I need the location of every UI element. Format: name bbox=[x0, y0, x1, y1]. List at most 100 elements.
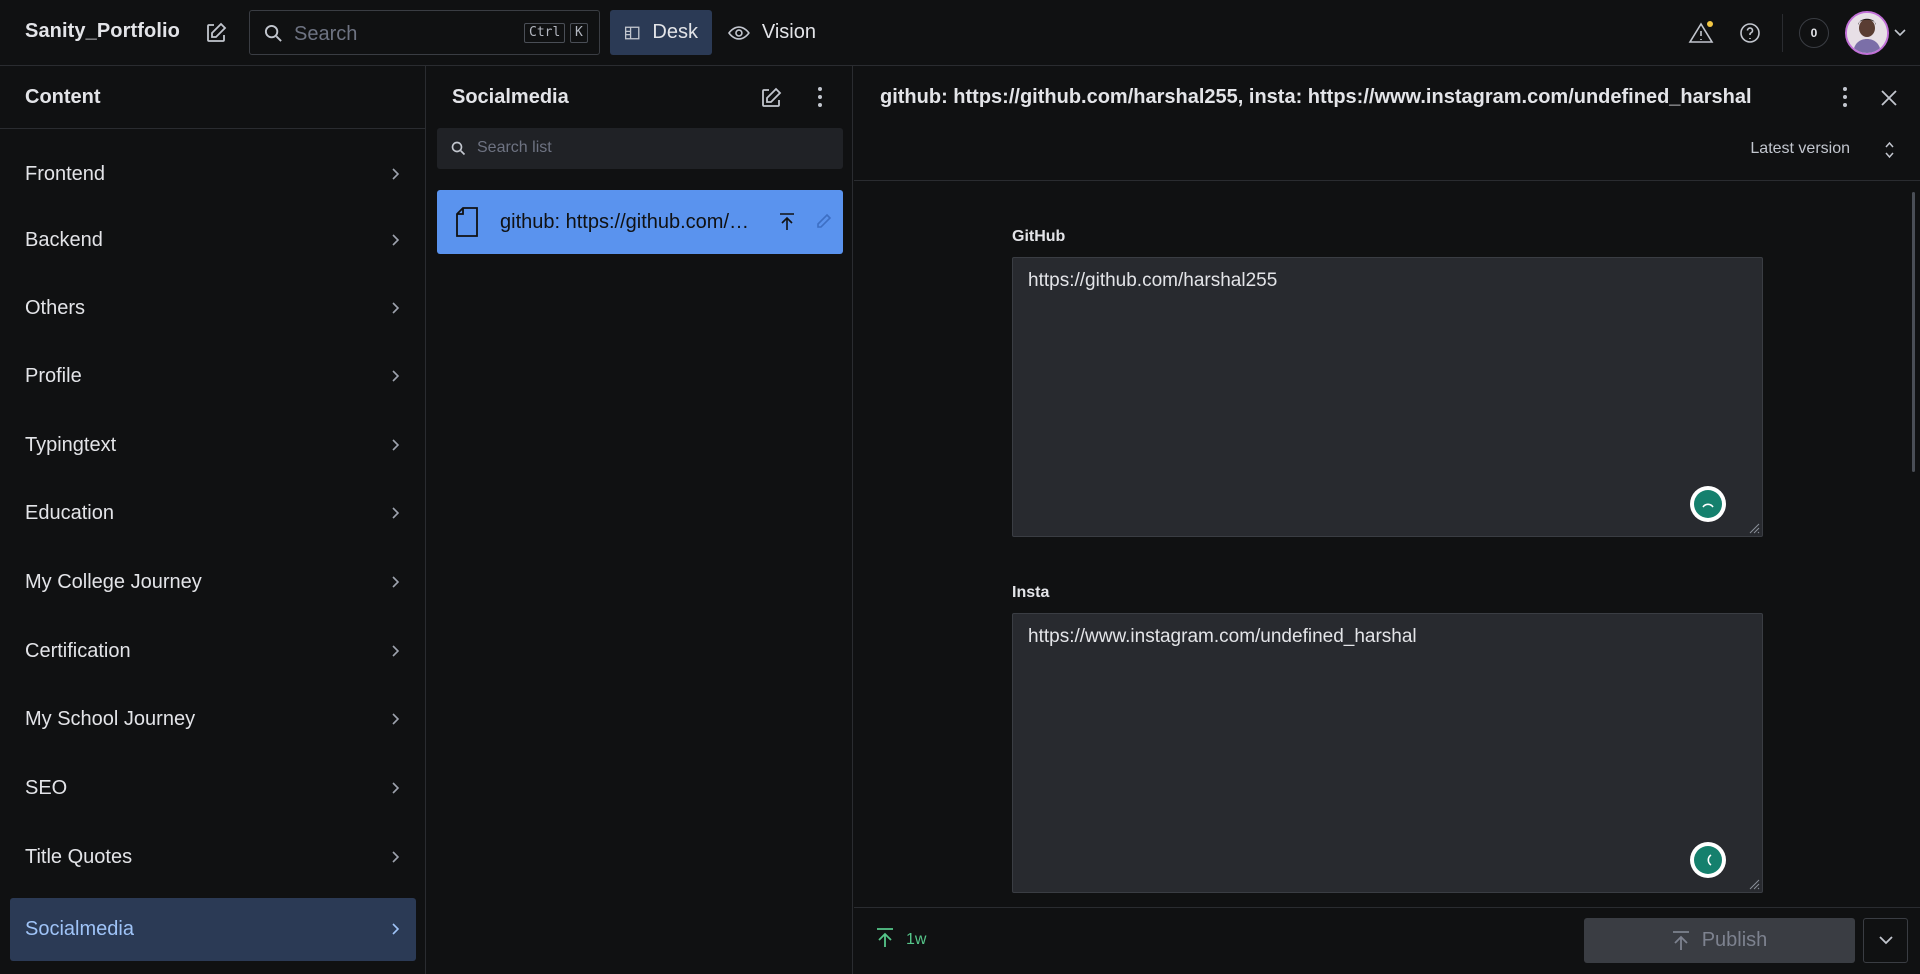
account-chevron-icon[interactable] bbox=[1894, 29, 1906, 37]
chevron-right-icon bbox=[392, 576, 400, 588]
tab-desk-label: Desk bbox=[652, 21, 698, 43]
shortcut-ctrl-key: Ctrl bbox=[524, 23, 566, 43]
content-item-socialmedia[interactable]: Socialmedia bbox=[10, 898, 416, 961]
list-menu-button[interactable] bbox=[810, 86, 830, 112]
content-item-title-quotes[interactable]: Title Quotes bbox=[10, 826, 416, 889]
document-list-pane: Socialmedia Search list github: https://… bbox=[427, 66, 853, 974]
publish-actions-menu-button[interactable] bbox=[1863, 918, 1908, 963]
chevron-right-icon bbox=[392, 439, 400, 451]
compose-icon bbox=[762, 87, 782, 107]
content-item-seo[interactable]: SEO bbox=[10, 757, 416, 820]
help-button[interactable] bbox=[1737, 20, 1763, 46]
published-icon bbox=[780, 213, 794, 230]
chevron-right-icon bbox=[392, 302, 400, 314]
topbar-divider bbox=[1782, 14, 1783, 52]
content-item-label: Education bbox=[25, 502, 114, 524]
resize-handle-icon[interactable] bbox=[1748, 522, 1760, 534]
publish-button-label: Publish bbox=[1701, 929, 1768, 951]
grammar-check-icon bbox=[1707, 854, 1712, 866]
tab-vision-label: Vision bbox=[761, 21, 816, 43]
content-item-backend[interactable]: Backend bbox=[10, 209, 416, 272]
chevron-right-icon bbox=[392, 713, 400, 725]
version-selector[interactable]: Latest version bbox=[1750, 140, 1850, 158]
insta-field-value: https://www.instagram.com/undefined_hars… bbox=[1028, 626, 1417, 647]
close-pane-button[interactable] bbox=[1879, 88, 1901, 110]
new-document-button[interactable] bbox=[202, 19, 230, 47]
content-item-education[interactable]: Education bbox=[10, 482, 416, 545]
document-menu-button[interactable] bbox=[1837, 86, 1853, 112]
create-document-button[interactable] bbox=[759, 86, 785, 112]
chevron-right-icon bbox=[392, 782, 400, 794]
desk-icon bbox=[624, 26, 640, 39]
published-status-icon bbox=[877, 928, 893, 947]
chevron-right-icon bbox=[392, 234, 400, 246]
chevron-right-icon bbox=[392, 923, 400, 935]
top-navbar: Sanity_Portfolio Search Ctrl K Desk Visi… bbox=[0, 0, 1920, 66]
insta-textarea[interactable]: https://www.instagram.com/undefined_hars… bbox=[1012, 613, 1763, 893]
content-item-others[interactable]: Others bbox=[10, 277, 416, 340]
version-label: Latest version bbox=[1750, 140, 1850, 157]
github-textarea[interactable]: https://github.com/harshal255 bbox=[1012, 257, 1763, 537]
content-item-label: Others bbox=[25, 297, 86, 319]
editor-scrollbar[interactable] bbox=[1912, 192, 1915, 472]
content-item-label: Typingtext bbox=[25, 434, 117, 456]
chevron-right-icon bbox=[392, 370, 400, 382]
grammar-check-icon bbox=[1702, 503, 1714, 508]
content-item-label: My School Journey bbox=[25, 708, 196, 730]
global-search-input[interactable]: Search Ctrl K bbox=[249, 10, 600, 55]
content-item-label: Certification bbox=[25, 640, 131, 662]
more-vertical-icon bbox=[818, 87, 822, 107]
help-icon bbox=[1740, 23, 1760, 43]
content-pane-header: Content bbox=[0, 66, 425, 129]
chevron-right-icon bbox=[392, 645, 400, 657]
content-pane: Content Frontend Backend Others Profile … bbox=[0, 66, 426, 974]
content-item-label: SEO bbox=[25, 777, 68, 799]
github-field-label: GitHub bbox=[1012, 228, 1066, 245]
chevron-right-icon bbox=[392, 168, 400, 180]
publish-button[interactable]: Publish bbox=[1584, 918, 1855, 963]
document-list-item[interactable]: github: https://github.com/harshal255, i… bbox=[437, 190, 843, 254]
content-item-label: My College Journey bbox=[25, 571, 202, 593]
grammar-assistant-button[interactable] bbox=[1690, 486, 1726, 522]
workspace-title[interactable]: Sanity_Portfolio bbox=[25, 20, 180, 43]
list-pane-title: Socialmedia bbox=[452, 86, 569, 108]
content-item-certification[interactable]: Certification bbox=[10, 620, 416, 683]
user-photo-icon bbox=[1847, 13, 1887, 53]
notification-count-badge[interactable]: 0 bbox=[1799, 18, 1829, 48]
chevron-down-icon bbox=[1878, 936, 1893, 945]
warning-button[interactable] bbox=[1688, 20, 1714, 46]
chevron-right-icon bbox=[392, 507, 400, 519]
content-item-my-college-journey[interactable]: My College Journey bbox=[10, 551, 416, 614]
compose-icon bbox=[207, 22, 227, 42]
content-item-typingtext[interactable]: Typingtext bbox=[10, 414, 416, 477]
eye-icon bbox=[728, 25, 750, 40]
editor-header-divider bbox=[854, 180, 1920, 181]
content-pane-title: Content bbox=[25, 86, 101, 108]
shortcut-k-key: K bbox=[570, 23, 588, 43]
user-avatar[interactable] bbox=[1845, 11, 1889, 55]
content-item-label: Socialmedia bbox=[25, 918, 134, 940]
content-item-label: Title Quotes bbox=[25, 846, 133, 868]
grammar-assistant-button[interactable] bbox=[1690, 842, 1726, 878]
close-icon bbox=[1881, 90, 1897, 106]
edit-pencil-icon bbox=[817, 213, 832, 228]
content-item-my-school-journey[interactable]: My School Journey bbox=[10, 688, 416, 751]
content-item-profile[interactable]: Profile bbox=[10, 345, 416, 408]
document-title: github: https://github.com/harshal255, i… bbox=[880, 86, 1752, 108]
list-search-placeholder: Search list bbox=[477, 139, 552, 156]
list-search-input[interactable]: Search list bbox=[437, 128, 843, 169]
document-icon bbox=[456, 207, 478, 237]
document-editor-pane: github: https://github.com/harshal255, i… bbox=[854, 66, 1920, 974]
resize-handle-icon[interactable] bbox=[1748, 878, 1760, 890]
published-time-ago: 1w bbox=[906, 931, 927, 948]
tab-vision[interactable]: Vision bbox=[714, 10, 830, 55]
content-item-frontend[interactable]: Frontend bbox=[10, 143, 416, 206]
content-item-label: Profile bbox=[25, 365, 82, 387]
github-field-value: https://github.com/harshal255 bbox=[1028, 270, 1278, 291]
tab-desk[interactable]: Desk bbox=[610, 10, 712, 55]
search-icon bbox=[264, 24, 282, 42]
search-icon bbox=[451, 141, 466, 156]
insta-field-label: Insta bbox=[1012, 584, 1050, 601]
content-item-label: Backend bbox=[25, 229, 103, 251]
content-item-label: Frontend bbox=[25, 163, 106, 185]
